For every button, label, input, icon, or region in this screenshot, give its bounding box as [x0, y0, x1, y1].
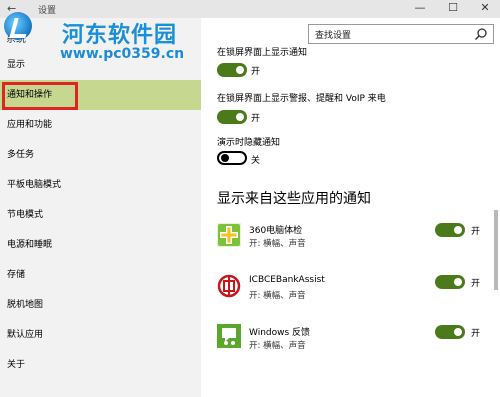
sidebar-item-label: 应用和功能 [7, 120, 53, 130]
watermark: 河东软件园 www.pc0359.cn [0, 8, 215, 62]
app-icbc-toggle[interactable] [435, 275, 465, 289]
section-heading: 显示来自这些应用的通知 [217, 191, 371, 207]
sidebar-item-label: 脱机地图 [7, 300, 44, 310]
setting-hide-when-presenting-label: 演示时隐藏通知 [217, 138, 281, 148]
app-name: ICBCEBankAssist [249, 275, 325, 285]
lockscreen-notifications-toggle[interactable] [217, 63, 247, 77]
sidebar-item-label: 默认应用 [7, 330, 44, 340]
toggle-state-label: 开 [471, 329, 481, 339]
scrollbar[interactable] [494, 210, 498, 290]
sidebar-item-power-sleep[interactable]: 电源和睡眠 [0, 230, 201, 260]
sidebar-item-label: 节电模式 [7, 210, 44, 220]
close-button[interactable]: ✕ [470, 1, 500, 14]
hide-when-presenting-toggle[interactable] [217, 151, 247, 165]
toggle-state-label: 开 [251, 114, 261, 124]
maximize-button[interactable]: ☐ [438, 1, 468, 14]
app-detail: 开: 横幅、声音 [249, 239, 306, 249]
sidebar-item-tablet-mode[interactable]: 平板电脑模式 [0, 170, 201, 200]
app-detail: 开: 横幅、声音 [249, 341, 306, 351]
app-name: 360电脑体检 [249, 226, 303, 236]
sidebar-item-storage[interactable]: 存储 [0, 260, 201, 290]
toggle-state-label: 开 [471, 227, 481, 237]
watermark-text: 河东软件园 [62, 23, 178, 48]
toggle-state-label: 关 [251, 156, 261, 166]
sidebar-item-label: 显示 [7, 60, 26, 70]
360-checkup-app-icon [217, 223, 241, 247]
toggle-state-label: 开 [471, 279, 481, 289]
toggle-state-label: 开 [251, 67, 261, 77]
sidebar-item-multitasking[interactable]: 多任务 [0, 140, 201, 170]
sidebar-item-battery-saver[interactable]: 节电模式 [0, 200, 201, 230]
app-360-toggle[interactable] [435, 223, 465, 237]
sidebar-item-label: 关于 [7, 360, 26, 370]
minimize-button[interactable]: — [405, 1, 435, 14]
app-detail: 开: 横幅、声音 [249, 291, 306, 301]
sidebar: 系统 显示 通知和操作 应用和功能 多任务 平板电脑模式 节电模式 电源和睡眠 … [0, 18, 201, 397]
sidebar-item-apps-features[interactable]: 应用和功能 [0, 110, 201, 140]
highlight-annotation-box [2, 82, 78, 110]
sidebar-item-label: 平板电脑模式 [7, 180, 62, 190]
lockscreen-alarms-toggle[interactable] [217, 110, 247, 124]
watermark-logo-icon [4, 12, 32, 40]
sidebar-item-label: 存储 [7, 270, 26, 280]
windows-feedback-app-icon [217, 324, 241, 348]
sidebar-item-label: 多任务 [7, 150, 35, 160]
sidebar-item-offline-maps[interactable]: 脱机地图 [0, 290, 201, 320]
watermark-url: www.pc0359.cn [60, 46, 185, 62]
main-content: 在锁屏界面上显示通知 开 在锁屏界面上显示警报、提醒和 VoIP 来电 开 演示… [201, 18, 491, 397]
app-windows-feedback-toggle[interactable] [435, 325, 465, 339]
app-name: Windows 反馈 [249, 328, 311, 338]
sidebar-item-default-apps[interactable]: 默认应用 [0, 320, 201, 350]
setting-lockscreen-notifications-label: 在锁屏界面上显示通知 [217, 48, 308, 58]
setting-lockscreen-alarms-label: 在锁屏界面上显示警报、提醒和 VoIP 来电 [217, 94, 386, 104]
icbc-app-icon [217, 274, 241, 298]
sidebar-item-about[interactable]: 关于 [0, 350, 201, 380]
sidebar-item-label: 电源和睡眠 [7, 240, 53, 250]
